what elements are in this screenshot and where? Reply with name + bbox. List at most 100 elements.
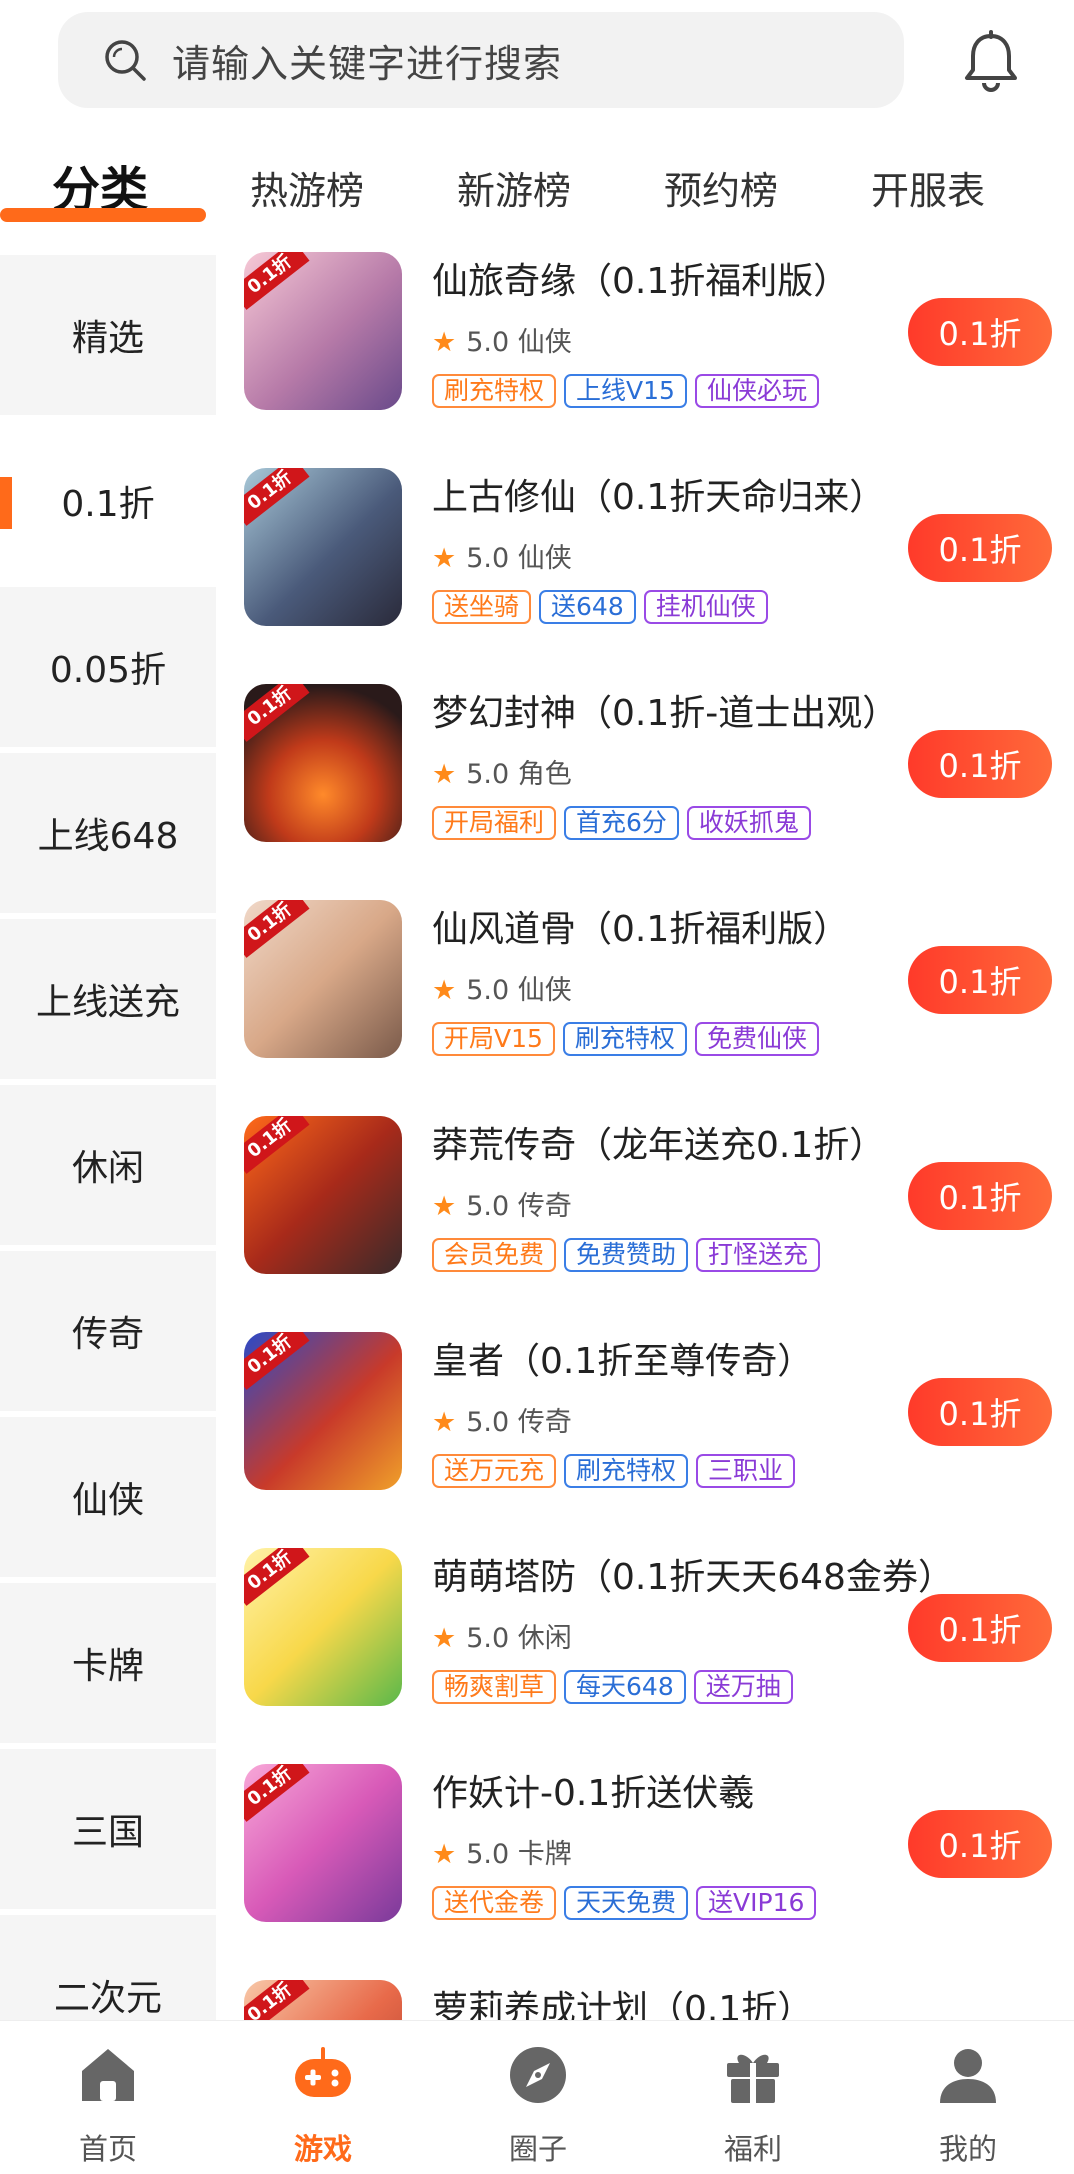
game-icon[interactable]: 0.1折: [244, 1764, 402, 1922]
game-rating: ★ 5.0 传奇: [432, 1184, 572, 1223]
nav-label: 首页: [78, 2132, 137, 2166]
sidebar-item-card[interactable]: 卡牌: [0, 1583, 216, 1743]
sidebar-item-label: 精选: [71, 318, 144, 359]
discount-button[interactable]: 0.1折: [908, 1378, 1052, 1446]
tag: 刷充特权: [562, 1022, 687, 1056]
rating-value: 5.0: [466, 1623, 510, 1654]
nav-home[interactable]: 首页: [8, 2021, 208, 2174]
sidebar-item-label: 仙侠: [71, 1480, 144, 1521]
discount-button[interactable]: 0.1折: [908, 1810, 1052, 1878]
game-icon[interactable]: 0.1折: [244, 252, 402, 410]
star-icon: ★: [432, 1407, 457, 1438]
game-icon[interactable]: 0.1折: [244, 1332, 402, 1490]
list-item[interactable]: 0.1折 梦幻封神（0.1折-道士出观） ★ 5.0 角色 开局福利 首充6分 收…: [216, 672, 1074, 888]
search-input[interactable]: 请输入关键字进行搜索: [172, 33, 562, 88]
list-item[interactable]: 0.1折 萝莉养成计划（0.1折）: [216, 1968, 1074, 2020]
tag: 会员免费: [432, 1238, 557, 1272]
discount-button[interactable]: 0.1折: [908, 1162, 1052, 1230]
game-title[interactable]: 萝莉养成计划（0.1折）: [432, 1980, 813, 2020]
discount-corner-badge: 0.1折: [244, 900, 310, 958]
game-title[interactable]: 梦幻封神（0.1折-道士出观）: [432, 684, 898, 736]
game-genre: 仙侠: [517, 327, 572, 358]
game-title[interactable]: 萌萌塔防（0.1折天天648金券）: [432, 1548, 954, 1600]
game-title[interactable]: 莽荒传奇（龙年送充0.1折）: [432, 1116, 885, 1168]
tab-server[interactable]: 开服表: [871, 160, 985, 215]
user-icon: [940, 2049, 996, 2103]
game-icon[interactable]: 0.1折: [244, 1548, 402, 1706]
tag: 开局福利: [432, 806, 557, 840]
game-icon[interactable]: 0.1折: [244, 1980, 402, 2020]
nav-label: 我的: [938, 2132, 997, 2166]
list-item[interactable]: 0.1折 萌萌塔防（0.1折天天648金券） ★ 5.0 休闲 畅爽割草 每天64…: [216, 1536, 1074, 1752]
tab-reserve[interactable]: 预约榜: [664, 160, 778, 215]
game-rating: ★ 5.0 仙侠: [432, 320, 572, 359]
sidebar-item-casual[interactable]: 休闲: [0, 1085, 216, 1245]
star-icon: ★: [432, 543, 457, 574]
tag-list: 刷充特权 上线V15 仙侠必玩: [432, 374, 819, 408]
nav-games[interactable]: 游戏: [223, 2021, 423, 2174]
game-icon[interactable]: 0.1折: [244, 1116, 402, 1274]
discount-button[interactable]: 0.1折: [908, 730, 1052, 798]
tag-list: 畅爽割草 每天648 送万抽: [432, 1670, 793, 1704]
list-item[interactable]: 0.1折 作妖计-0.1折送伏羲 ★ 5.0 卡牌 送代金卷 天天免费 送VIP1…: [216, 1752, 1074, 1968]
list-item[interactable]: 0.1折 上古修仙（0.1折天命归来） ★ 5.0 仙侠 送坐骑 送648 挂机仙…: [216, 456, 1074, 672]
game-title[interactable]: 上古修仙（0.1折天命归来）: [432, 468, 885, 520]
nav-label: 圈子: [508, 2132, 567, 2166]
sidebar-item-xianxia[interactable]: 仙侠: [0, 1417, 216, 1577]
list-item[interactable]: 0.1折 仙旅奇缘（0.1折福利版） ★ 5.0 仙侠 刷充特权 上线V15 仙侠…: [216, 240, 1074, 456]
sidebar-item-label: 休闲: [71, 1148, 144, 1189]
game-title[interactable]: 皇者（0.1折至尊传奇）: [432, 1332, 813, 1384]
game-icon[interactable]: 0.1折: [244, 468, 402, 626]
list-item[interactable]: 0.1折 皇者（0.1折至尊传奇） ★ 5.0 传奇 送万元充 刷充特权 三职业 …: [216, 1320, 1074, 1536]
star-icon: ★: [432, 1839, 457, 1870]
sidebar-item-0.05-discount[interactable]: 0.05折: [0, 587, 216, 747]
list-item[interactable]: 0.1折 莽荒传奇（龙年送充0.1折） ★ 5.0 传奇 会员免费 免费赞助 打怪…: [216, 1104, 1074, 1320]
nav-label: 游戏: [293, 2132, 352, 2166]
sidebar-item-launch-recharge[interactable]: 上线送充: [0, 919, 216, 1079]
search-bar[interactable]: 请输入关键字进行搜索: [58, 12, 904, 108]
sidebar-item-anime[interactable]: 二次元: [0, 1915, 216, 2020]
list-item[interactable]: 0.1折 仙风道骨（0.1折福利版） ★ 5.0 仙侠 开局V15 刷充特权 免费…: [216, 888, 1074, 1104]
rating-value: 5.0: [466, 1191, 510, 1222]
gamepad-icon: [295, 2047, 351, 2097]
game-rating: ★ 5.0 休闲: [432, 1616, 572, 1655]
tag: 送坐骑: [432, 590, 532, 624]
bell-icon[interactable]: [960, 30, 1022, 94]
discount-corner-badge: 0.1折: [244, 684, 310, 742]
game-rating: ★ 5.0 卡牌: [432, 1832, 572, 1871]
sidebar-item-featured[interactable]: 精选: [0, 255, 216, 415]
star-icon: ★: [432, 975, 457, 1006]
gift-icon: [727, 2054, 779, 2103]
nav-profile[interactable]: 我的: [868, 2021, 1068, 2174]
sidebar-item-three-kingdoms[interactable]: 三国: [0, 1749, 216, 1909]
tag: 送万抽: [693, 1670, 793, 1704]
tab-new[interactable]: 新游榜: [457, 160, 571, 215]
discount-button[interactable]: 0.1折: [908, 298, 1052, 366]
game-title[interactable]: 作妖计-0.1折送伏羲: [432, 1764, 754, 1816]
sidebar-active-indicator: [0, 477, 12, 529]
tag: 送VIP16: [696, 1886, 817, 1920]
nav-benefits[interactable]: 福利: [653, 2021, 853, 2174]
nav-circle[interactable]: 圈子: [438, 2021, 638, 2174]
sidebar-item-label: 传奇: [71, 1314, 144, 1355]
game-title[interactable]: 仙风道骨（0.1折福利版）: [432, 900, 849, 952]
tag: 畅爽割草: [432, 1670, 557, 1704]
discount-button[interactable]: 0.1折: [908, 514, 1052, 582]
sidebar-item-0.1-discount[interactable]: 0.1折: [0, 421, 216, 581]
nav-label: 福利: [723, 2132, 782, 2166]
game-icon[interactable]: 0.1折: [244, 900, 402, 1058]
discount-button[interactable]: 0.1折: [908, 946, 1052, 1014]
sidebar-item-launch-648[interactable]: 上线648: [0, 753, 216, 913]
tag-list: 送坐骑 送648 挂机仙侠: [432, 590, 768, 624]
discount-corner-badge: 0.1折: [244, 468, 310, 526]
rating-value: 5.0: [466, 1407, 510, 1438]
game-rating: ★ 5.0 仙侠: [432, 968, 572, 1007]
tag: 天天免费: [564, 1886, 689, 1920]
game-title[interactable]: 仙旅奇缘（0.1折福利版）: [432, 252, 849, 304]
tag: 上线V15: [564, 374, 687, 408]
game-icon[interactable]: 0.1折: [244, 684, 402, 842]
discount-corner-badge: 0.1折: [244, 1332, 310, 1390]
discount-button[interactable]: 0.1折: [908, 1594, 1052, 1662]
tab-hot[interactable]: 热游榜: [250, 160, 364, 215]
sidebar-item-legend[interactable]: 传奇: [0, 1251, 216, 1411]
